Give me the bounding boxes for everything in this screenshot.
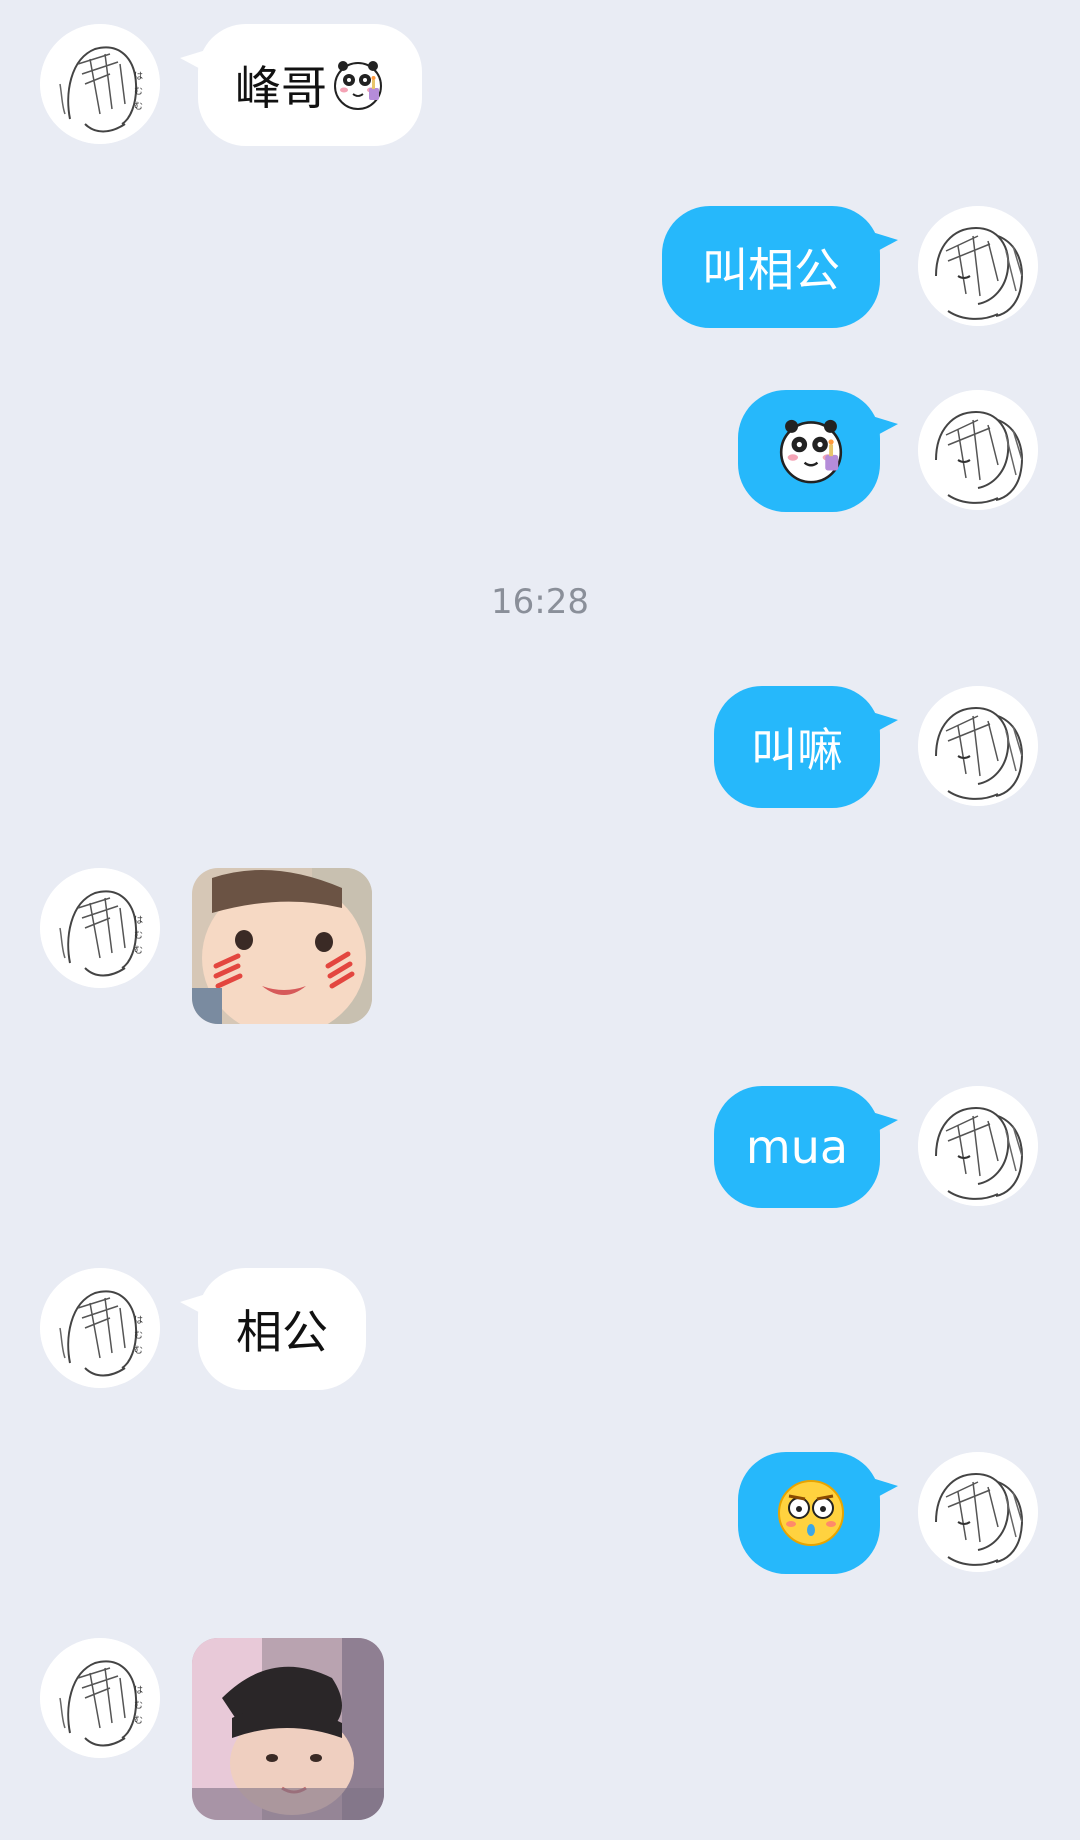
baby-blush-photo[interactable]: [192, 868, 372, 1024]
message-text: 叫相公: [702, 243, 840, 297]
contact-avatar[interactable]: [40, 868, 160, 988]
my-avatar[interactable]: [918, 686, 1038, 806]
message-text: mua: [745, 1120, 849, 1174]
panda-sticker-icon: [779, 418, 843, 484]
message-text: 相公: [236, 1305, 328, 1359]
message-bubble-outgoing[interactable]: mua: [714, 1086, 898, 1208]
message-text: 峰哥: [235, 61, 327, 115]
message-bubble-outgoing[interactable]: [738, 1452, 898, 1574]
my-avatar[interactable]: [918, 1086, 1038, 1206]
my-avatar[interactable]: [918, 1452, 1038, 1572]
contact-avatar[interactable]: [40, 1638, 160, 1758]
panda-sticker-icon: [334, 60, 382, 110]
my-avatar[interactable]: [918, 206, 1038, 326]
message-timestamp: 16:28: [491, 582, 589, 622]
message-text: 叫嘛: [751, 723, 843, 777]
message-bubble-incoming[interactable]: 峰哥: [180, 24, 422, 146]
message-bubble-outgoing[interactable]: 叫嘛: [714, 686, 898, 808]
shocked-face-icon: [777, 1479, 845, 1547]
contact-avatar[interactable]: [40, 1268, 160, 1388]
message-bubble-outgoing[interactable]: 叫相公: [662, 206, 898, 328]
message-bubble-incoming[interactable]: 相公: [180, 1268, 366, 1390]
contact-avatar[interactable]: [40, 24, 160, 144]
message-bubble-outgoing[interactable]: [738, 390, 898, 512]
baby-photo[interactable]: [192, 1638, 384, 1820]
my-avatar[interactable]: [918, 390, 1038, 510]
